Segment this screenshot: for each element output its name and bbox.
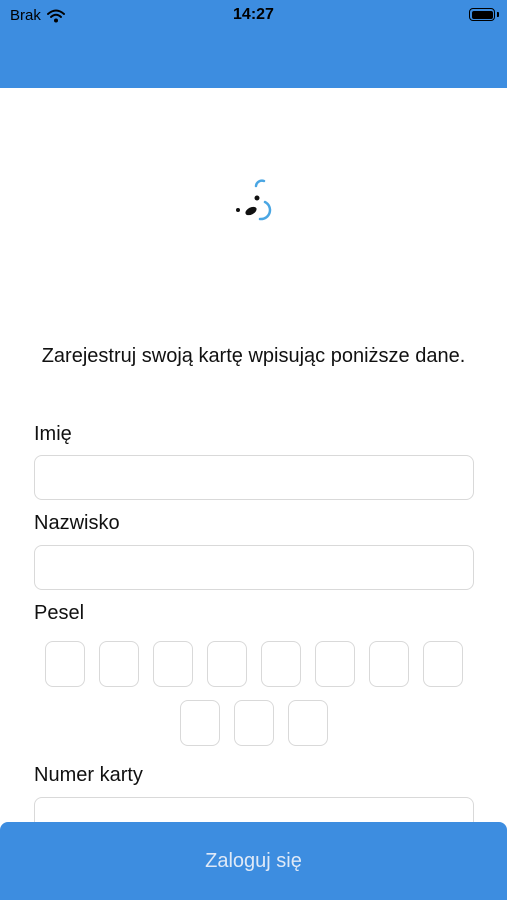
pesel-digit-6[interactable] — [315, 641, 355, 687]
last-name-label: Nazwisko — [34, 512, 120, 534]
navigation-bar — [0, 30, 507, 88]
first-name-input[interactable] — [34, 455, 474, 500]
card-number-label: Numer karty — [34, 764, 143, 786]
pesel-digit-10[interactable] — [234, 700, 274, 746]
pesel-digit-8[interactable] — [423, 641, 463, 687]
pesel-digit-4[interactable] — [207, 641, 247, 687]
first-name-label: Imię — [34, 423, 72, 445]
status-time: 14:27 — [233, 6, 274, 23]
pesel-label: Pesel — [34, 602, 85, 624]
battery-icon — [469, 8, 495, 21]
status-bar: Brak 14:27 — [0, 0, 507, 30]
pesel-digit-11[interactable] — [288, 700, 328, 746]
login-button[interactable]: Zaloguj się — [0, 822, 507, 900]
last-name-input[interactable] — [34, 545, 474, 590]
pesel-digit-1[interactable] — [45, 641, 85, 687]
pesel-digit-7[interactable] — [369, 641, 409, 687]
register-instructions: Zarejestruj swoją kartę wpisując poniższ… — [41, 345, 466, 367]
pesel-digit-3[interactable] — [153, 641, 193, 687]
loading-logo-icon — [236, 179, 272, 221]
pesel-digit-5[interactable] — [261, 641, 301, 687]
pesel-digit-2[interactable] — [99, 641, 139, 687]
battery-tip — [497, 12, 499, 17]
pesel-digit-9[interactable] — [180, 700, 220, 746]
